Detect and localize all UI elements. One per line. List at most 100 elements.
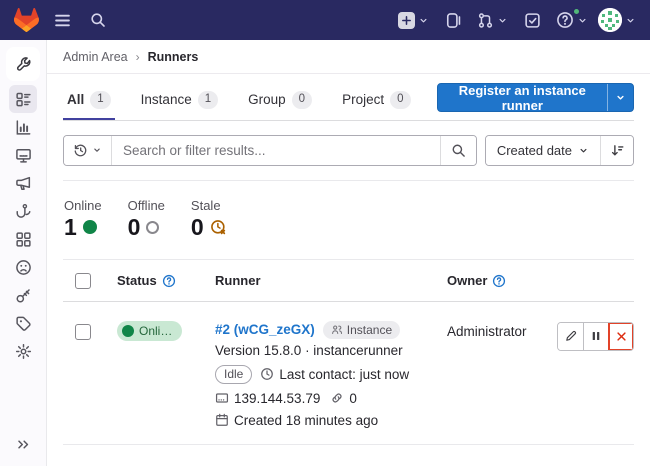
sort-by-label: Created date	[497, 143, 572, 158]
plus-icon	[398, 12, 415, 29]
tab-instance-label: Instance	[141, 92, 192, 107]
sidebar-item-messages[interactable]	[9, 169, 37, 197]
pencil-icon	[564, 329, 578, 343]
apps-grid-icon	[15, 231, 32, 248]
runner-link[interactable]: #2 (wCG_zeGX)	[215, 322, 315, 337]
sort-direction-button[interactable]	[600, 136, 633, 165]
runner-stats: Online 1 Offline 0 Sta	[63, 181, 634, 259]
created-time: Created 18 minutes ago	[215, 413, 447, 428]
tanuki-icon	[14, 8, 39, 32]
filter-sort-row: Created date	[63, 135, 634, 166]
close-x-icon	[615, 330, 628, 343]
search-icon	[90, 12, 106, 28]
todo-list-button[interactable]	[518, 6, 546, 34]
stat-online-value: 1	[64, 216, 77, 239]
chevron-down-icon	[615, 92, 626, 103]
help-icon	[556, 11, 574, 29]
search-history-button[interactable]	[64, 136, 112, 165]
sidebar-expand-button[interactable]	[9, 430, 37, 458]
search-submit-button[interactable]	[440, 136, 476, 165]
tab-all-label: All	[67, 92, 84, 107]
new-menu-button[interactable]	[398, 6, 429, 34]
runner-table-header: Status Runner Owner	[63, 259, 634, 302]
tab-project[interactable]: Project 0	[338, 80, 414, 120]
merge-requests-button[interactable]	[477, 6, 508, 34]
global-search-button[interactable]	[84, 6, 112, 34]
chevron-down-icon	[578, 145, 589, 156]
host-icon	[215, 391, 229, 405]
owner-help-icon[interactable]	[492, 274, 506, 288]
chevron-down-icon	[418, 15, 429, 26]
sort-by-dropdown[interactable]: Created date	[486, 136, 600, 165]
runner-summary-cell: #2 (wCG_zeGX) Instance Version 15.8.0	[215, 321, 447, 428]
runner-table-row: Online #2 (wCG_zeGX)	[63, 302, 634, 445]
status-help-icon[interactable]	[162, 274, 176, 288]
stat-online-label: Online	[64, 198, 102, 213]
sidebar-item-abuse-reports[interactable]	[9, 253, 37, 281]
breadcrumb-separator: ›	[136, 50, 140, 64]
bar-chart-icon	[15, 119, 32, 136]
row-checkbox[interactable]	[75, 324, 91, 340]
sidebar-item-labels[interactable]	[9, 309, 37, 337]
stat-offline-value: 0	[128, 216, 141, 239]
online-status-icon	[83, 220, 97, 234]
history-icon	[73, 143, 88, 158]
instance-type-badge: Instance	[323, 321, 400, 339]
runner-version-line: Version 15.8.0 · instancerunner	[215, 343, 447, 358]
tab-group[interactable]: Group 0	[244, 80, 316, 120]
status-badge: Online	[117, 321, 182, 341]
sidebar-item-deploy-keys[interactable]	[9, 281, 37, 309]
breadcrumb-admin-area[interactable]: Admin Area	[63, 50, 128, 64]
sidebar-item-overview[interactable]	[9, 85, 37, 113]
sidebar-item-system-hooks[interactable]	[9, 197, 37, 225]
last-contact: Last contact: just now	[260, 367, 409, 382]
stat-stale-label: Stale	[191, 198, 227, 213]
created-time-text: Created 18 minutes ago	[234, 413, 378, 428]
runner-column-header: Runner	[215, 273, 261, 288]
label-tag-icon	[15, 315, 32, 332]
pause-icon	[590, 330, 602, 342]
sidebar-item-monitoring[interactable]	[9, 141, 37, 169]
delete-runner-button[interactable]	[608, 323, 633, 350]
pause-runner-button[interactable]	[583, 323, 608, 350]
sidebar-item-applications[interactable]	[9, 225, 37, 253]
stat-offline: Offline 0	[128, 198, 165, 239]
ip-address: 139.144.53.79	[215, 391, 320, 406]
register-instance-runner-button[interactable]: Register an instance runner	[437, 83, 635, 112]
instance-badge-label: Instance	[347, 323, 392, 337]
stale-clock-icon	[210, 219, 227, 236]
top-navigation-bar	[0, 0, 650, 40]
issues-button[interactable]	[439, 6, 467, 34]
register-button-label: Register an instance runner	[438, 83, 608, 113]
sidebar-item-analytics[interactable]	[9, 113, 37, 141]
tab-instance[interactable]: Instance 1	[137, 80, 222, 120]
select-all-checkbox[interactable]	[75, 273, 91, 289]
sidebar-item-admin-area[interactable]	[6, 47, 40, 81]
wrench-icon	[15, 56, 32, 73]
stat-stale-value: 0	[191, 216, 204, 239]
tab-all-count: 1	[90, 91, 110, 109]
help-menu-button[interactable]	[556, 6, 588, 34]
tab-group-count: 0	[292, 91, 312, 109]
sidebar-toggle-button[interactable]	[48, 6, 76, 34]
owner-link[interactable]: Administrator	[447, 324, 527, 339]
user-avatar	[598, 8, 622, 32]
chevron-down-icon	[497, 15, 508, 26]
link-icon	[330, 391, 344, 405]
gitlab-logo[interactable]	[12, 6, 40, 34]
admin-sidebar	[0, 40, 47, 466]
register-dropdown-toggle[interactable]	[608, 92, 633, 103]
status-column-header: Status	[117, 273, 157, 288]
edit-runner-button[interactable]	[558, 323, 583, 350]
hamburger-icon	[54, 12, 71, 29]
tab-all[interactable]: All 1	[63, 80, 115, 120]
tab-project-count: 0	[390, 91, 410, 109]
user-menu-button[interactable]	[598, 6, 636, 34]
search-input[interactable]	[112, 136, 440, 165]
status-badge-label: Online	[139, 324, 173, 338]
breadcrumb: Admin Area › Runners	[47, 40, 650, 74]
hook-icon	[15, 203, 32, 220]
sidebar-item-settings[interactable]	[9, 337, 37, 365]
frown-face-icon	[15, 259, 32, 276]
tab-project-label: Project	[342, 92, 384, 107]
